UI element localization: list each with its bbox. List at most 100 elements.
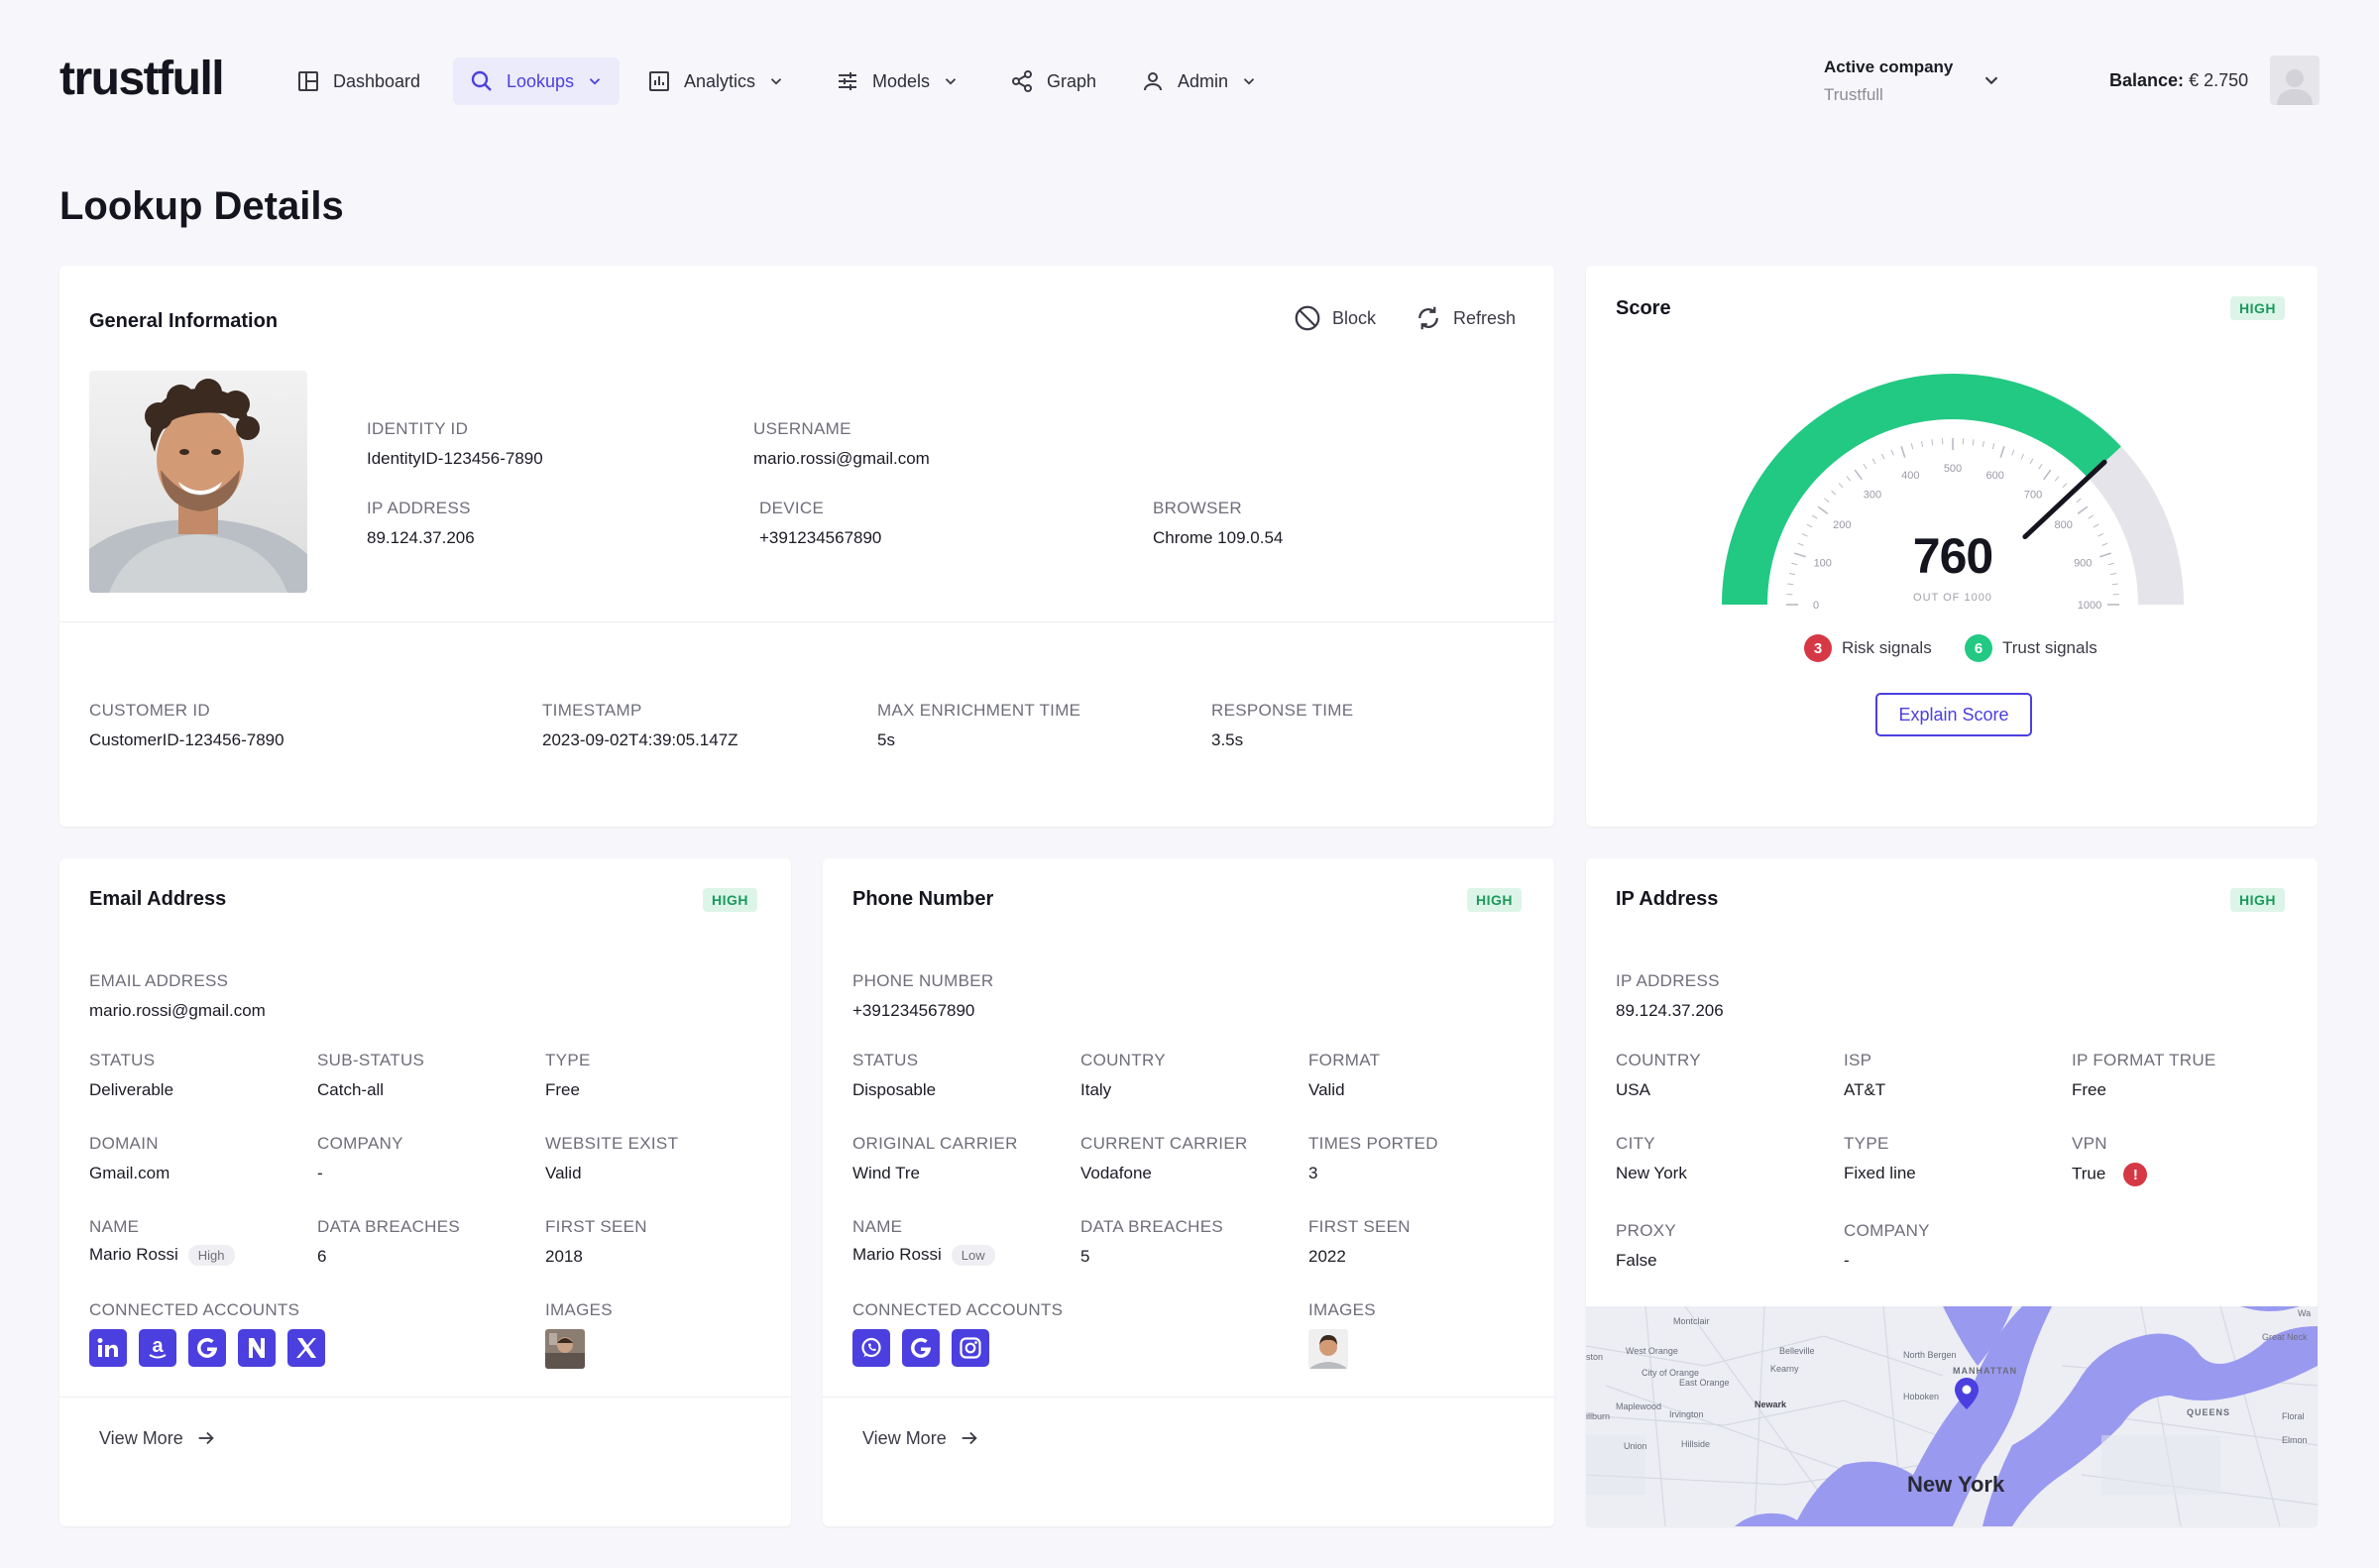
device-value: +391234567890 <box>759 528 882 547</box>
map-label-montclair: Montclair <box>1673 1316 1710 1326</box>
map-label-newark: Newark <box>1755 1400 1787 1409</box>
amazon-icon[interactable]: a <box>139 1329 176 1367</box>
linkedin-icon[interactable] <box>89 1329 127 1367</box>
nav-lookups[interactable]: Lookups <box>453 57 621 105</box>
email-card <box>59 858 791 1526</box>
gauge-tick <box>1801 533 1808 537</box>
trust-signals[interactable]: 6 Trust signals <box>1965 634 2097 662</box>
map-label-ston: ston <box>1586 1352 1603 1362</box>
nav-models[interactable]: Models <box>835 59 960 103</box>
phone-images-label: IMAGES <box>1308 1300 1376 1319</box>
gauge-tick <box>2038 463 2043 470</box>
balance: Balance: € 2.750 <box>2109 70 2248 91</box>
company-switcher[interactable]: Active company Trustfull <box>1824 57 1953 105</box>
ip-vpn-label: VPN <box>2072 1134 2107 1153</box>
browser-value: Chrome 109.0.54 <box>1153 528 1284 547</box>
email-website-label: WEBSITE EXIST <box>545 1134 679 1153</box>
phone-view-more-label: View More <box>862 1427 947 1448</box>
nav-graph[interactable]: Graph <box>1009 59 1096 103</box>
email-type-value: Free <box>545 1080 580 1099</box>
email-status-label: STATUS <box>89 1051 156 1069</box>
divider <box>59 621 1554 622</box>
divider <box>59 1397 791 1398</box>
location-map[interactable]: Montclair West Orange Belleville North B… <box>1586 1306 2318 1526</box>
app-logo[interactable]: trustfull <box>59 52 225 106</box>
email-address-label: EMAIL ADDRESS <box>89 971 229 990</box>
whatsapp-icon[interactable] <box>852 1329 890 1367</box>
gauge-tick <box>2093 523 2099 528</box>
phone-view-more-link[interactable]: View More <box>862 1427 980 1449</box>
gauge-tick <box>1931 439 1934 446</box>
email-title: Email Address <box>89 888 227 910</box>
google-icon[interactable] <box>188 1329 226 1367</box>
email-image-thumbnail[interactable] <box>545 1329 585 1369</box>
gauge-tick <box>1838 483 1844 489</box>
ip-country-label: COUNTRY <box>1616 1051 1701 1069</box>
gauge-tick <box>1824 498 1830 504</box>
phone-number-value: +391234567890 <box>852 1001 975 1020</box>
notion-icon[interactable] <box>238 1329 276 1367</box>
refresh-button[interactable]: Refresh <box>1414 303 1516 333</box>
gauge-tick <box>1900 445 1906 458</box>
nav-dashboard[interactable]: Dashboard <box>295 59 420 103</box>
risk-signals[interactable]: 3 Risk signals <box>1804 634 1932 662</box>
nav-lookups-label: Lookups <box>507 70 575 91</box>
phone-country-label: COUNTRY <box>1080 1051 1166 1069</box>
email-company-value: - <box>317 1164 323 1182</box>
map-label-union: Union <box>1624 1441 1647 1451</box>
map-label-elmon: Elmon <box>2282 1435 2308 1445</box>
gauge-tick <box>1921 440 1924 447</box>
instagram-icon[interactable] <box>952 1329 989 1367</box>
google-icon[interactable] <box>902 1329 940 1367</box>
map-label-belleville: Belleville <box>1779 1346 1815 1356</box>
gauge-tick <box>2043 469 2052 481</box>
email-website-value: Valid <box>545 1164 582 1182</box>
map-label-queens: QUEENS <box>2187 1407 2230 1417</box>
browser-label: BROWSER <box>1153 499 1242 517</box>
map-label-irvington: Irvington <box>1669 1409 1704 1419</box>
email-name-label: NAME <box>89 1217 140 1236</box>
ip-format-value: Free <box>2072 1080 2106 1099</box>
phone-first-seen-label: FIRST SEEN <box>1308 1217 1411 1236</box>
gauge-tick-label: 500 <box>1944 463 1962 475</box>
gauge-tick-label: 0 <box>1813 600 1819 612</box>
gauge-tick <box>2099 552 2112 558</box>
gauge-tick <box>1881 453 1885 460</box>
divider <box>823 1397 1554 1398</box>
email-first-seen-label: FIRST SEEN <box>545 1217 647 1236</box>
gauge-tick-label: 200 <box>1833 519 1851 531</box>
gauge-tick <box>2077 505 2089 514</box>
block-button[interactable]: Block <box>1293 303 1376 333</box>
gauge-tick <box>1806 523 1813 528</box>
gauge-tick <box>1788 573 1795 576</box>
chevron-down-icon[interactable] <box>1981 69 2002 91</box>
gauge-tick <box>1863 463 1868 470</box>
nav-analytics[interactable]: Analytics <box>646 59 785 103</box>
phone-image-thumbnail[interactable] <box>1308 1329 1348 1369</box>
response-time-label: RESPONSE TIME <box>1211 701 1354 720</box>
device-label: DEVICE <box>759 499 825 517</box>
map-label-maplewood: Maplewood <box>1616 1401 1661 1411</box>
nav-admin[interactable]: Admin <box>1140 59 1258 103</box>
block-icon <box>1295 305 1320 331</box>
email-domain-value: Gmail.com <box>89 1164 170 1182</box>
phone-first-seen-value: 2022 <box>1308 1247 1346 1266</box>
timestamp-label: TIMESTAMP <box>542 701 642 720</box>
email-breaches-label: DATA BREACHES <box>317 1217 461 1236</box>
gauge-tick <box>1793 552 1806 558</box>
gauge-tick <box>1787 583 1794 586</box>
gauge-tick <box>2029 458 2034 465</box>
ip-proxy-value: False <box>1616 1251 1657 1270</box>
email-name-pill: High <box>187 1245 235 1267</box>
explain-score-button[interactable]: Explain Score <box>1875 693 2032 736</box>
user-icon <box>1140 68 1166 94</box>
phone-name-value: Mario Rossi Low <box>852 1245 995 1267</box>
times-ported-label: TIMES PORTED <box>1308 1134 1438 1153</box>
gauge-tick <box>1972 439 1975 446</box>
customer-id-label: CUSTOMER ID <box>89 701 210 720</box>
email-view-more-link[interactable]: View More <box>99 1427 217 1449</box>
x-icon[interactable] <box>287 1329 325 1367</box>
avatar[interactable] <box>2270 56 2320 105</box>
risk-signals-label: Risk signals <box>1842 638 1932 657</box>
map-label-hillside: Hillside <box>1681 1439 1710 1449</box>
